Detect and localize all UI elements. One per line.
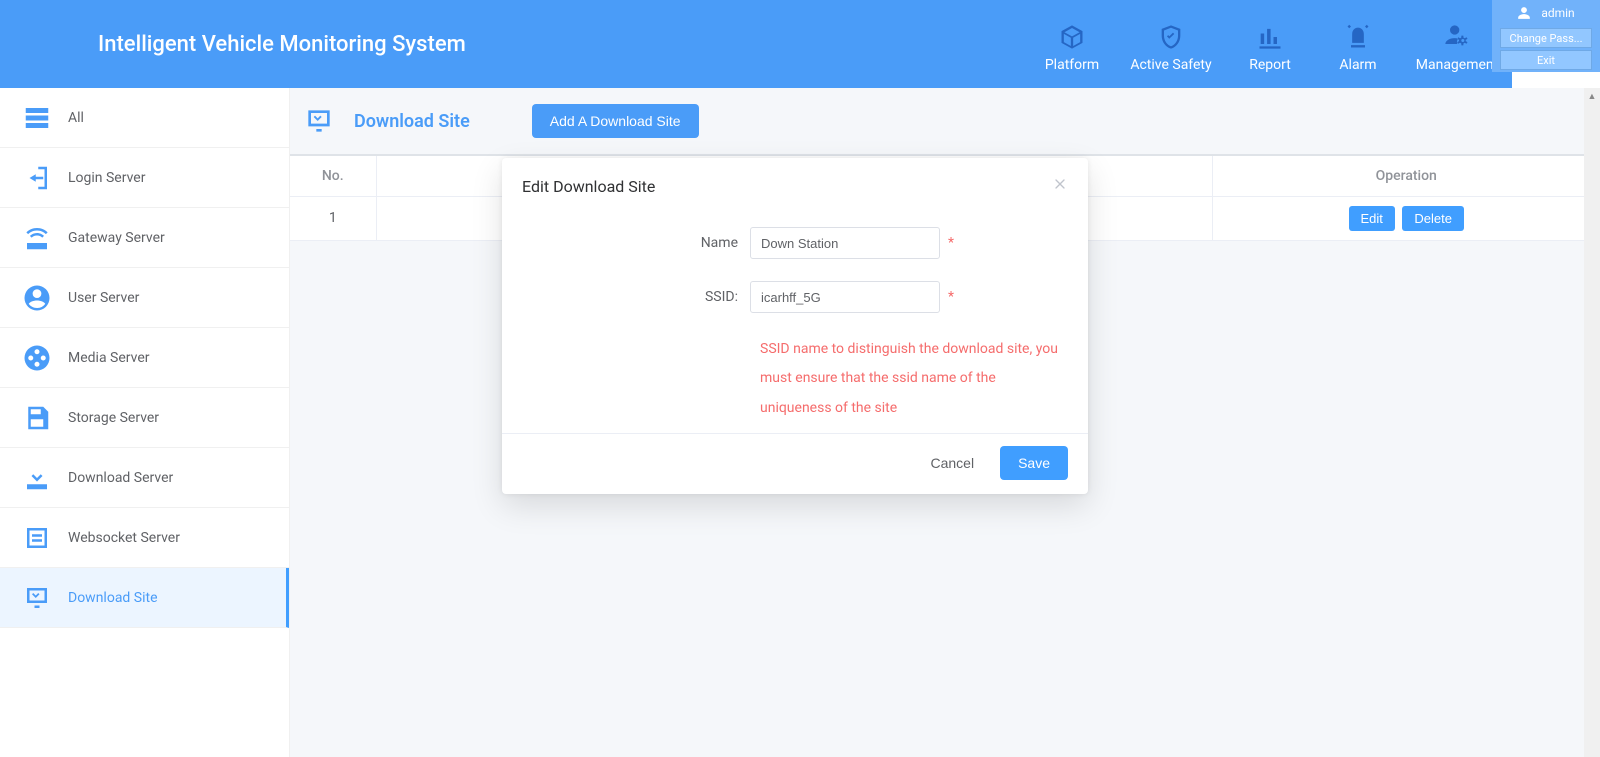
user-name-row: admin [1492, 0, 1600, 26]
cell-no: 1 [290, 196, 376, 240]
download-icon [22, 463, 52, 493]
cell-operation: Edit Delete [1212, 196, 1600, 240]
col-header-no: No. [290, 156, 376, 196]
page-title: Download Site [354, 111, 470, 132]
user-circle-icon [22, 283, 52, 313]
shield-icon [1157, 23, 1185, 51]
sidebar-item-download-server[interactable]: Download Server [0, 448, 289, 508]
top-nav: Platform Active Safety Report Alarm Mana… [1028, 0, 1600, 88]
sidebar-item-label: User Server [68, 290, 139, 306]
required-mark: * [948, 235, 954, 251]
dialog-footer: Cancel Save [502, 433, 1088, 494]
download-site-page-icon [302, 104, 336, 138]
wifi-router-icon [22, 223, 52, 253]
sidebar-item-label: Download Site [68, 590, 158, 606]
app-header: Intelligent Vehicle Monitoring System Pl… [0, 0, 1600, 88]
cancel-button[interactable]: Cancel [916, 446, 988, 480]
edit-button[interactable]: Edit [1349, 206, 1395, 231]
dialog-title: Edit Download Site [522, 177, 655, 196]
form-row-ssid: SSID: * [522, 281, 1068, 313]
download-site-icon [22, 583, 52, 613]
vertical-scrollbar[interactable]: ▲ [1584, 88, 1600, 757]
sidebar-item-label: Gateway Server [68, 230, 165, 246]
save-button[interactable]: Save [1000, 446, 1068, 480]
login-icon [22, 163, 52, 193]
sidebar-item-media-server[interactable]: Media Server [0, 328, 289, 388]
servers-stack-icon [22, 103, 52, 133]
alarm-icon [1344, 23, 1372, 51]
ssid-input[interactable] [750, 281, 940, 313]
sidebar-item-label: Download Server [68, 470, 173, 486]
page-header: Download Site Add A Download Site [290, 88, 1600, 154]
required-mark: * [948, 289, 954, 305]
change-password-button[interactable]: Change Pass... [1500, 28, 1592, 48]
app-title: Intelligent Vehicle Monitoring System [98, 32, 466, 57]
ssid-help-text: SSID name to distinguish the download si… [760, 335, 1068, 423]
sidebar-item-storage-server[interactable]: Storage Server [0, 388, 289, 448]
sidebar-item-label: Storage Server [68, 410, 159, 426]
user-menu: admin Change Pass... Exit [1492, 0, 1600, 72]
scroll-arrow-up-icon[interactable]: ▲ [1584, 88, 1600, 104]
user-icon [1517, 6, 1531, 20]
sidebar-item-label: Login Server [68, 170, 145, 186]
dialog-header: Edit Download Site [502, 158, 1088, 207]
tab-platform[interactable]: Platform [1028, 0, 1116, 88]
tab-active-safety[interactable]: Active Safety [1116, 0, 1226, 88]
name-input[interactable] [750, 227, 940, 259]
websocket-icon [22, 523, 52, 553]
sidebar-item-websocket-server[interactable]: Websocket Server [0, 508, 289, 568]
tab-alarm[interactable]: Alarm [1314, 0, 1402, 88]
add-download-site-button[interactable]: Add A Download Site [532, 104, 699, 138]
exit-button[interactable]: Exit [1500, 50, 1592, 70]
edit-download-site-dialog: Edit Download Site Name * SSID: * SSID n… [502, 158, 1088, 494]
user-gear-icon [1443, 23, 1471, 51]
sidebar-item-label: Websocket Server [68, 530, 180, 546]
cube-icon [1058, 23, 1086, 51]
sidebar-item-all[interactable]: All [0, 88, 289, 148]
col-header-operation: Operation [1212, 156, 1600, 196]
media-reel-icon [22, 343, 52, 373]
delete-button[interactable]: Delete [1402, 206, 1464, 231]
ssid-label: SSID: [522, 289, 750, 305]
tab-report[interactable]: Report [1226, 0, 1314, 88]
sidebar-item-download-site[interactable]: Download Site [0, 568, 289, 628]
sidebar-item-label: All [68, 110, 84, 126]
save-disk-icon [22, 403, 52, 433]
dialog-body: Name * SSID: * SSID name to distinguish … [502, 207, 1088, 433]
sidebar-item-login-server[interactable]: Login Server [0, 148, 289, 208]
username: admin [1541, 6, 1574, 20]
bar-chart-icon [1256, 23, 1284, 51]
sidebar: All Login Server Gateway Server User Ser… [0, 88, 290, 757]
form-row-name: Name * [522, 227, 1068, 259]
name-label: Name [522, 235, 750, 251]
close-icon[interactable] [1052, 176, 1068, 197]
sidebar-item-label: Media Server [68, 350, 150, 366]
sidebar-item-gateway-server[interactable]: Gateway Server [0, 208, 289, 268]
sidebar-item-user-server[interactable]: User Server [0, 268, 289, 328]
